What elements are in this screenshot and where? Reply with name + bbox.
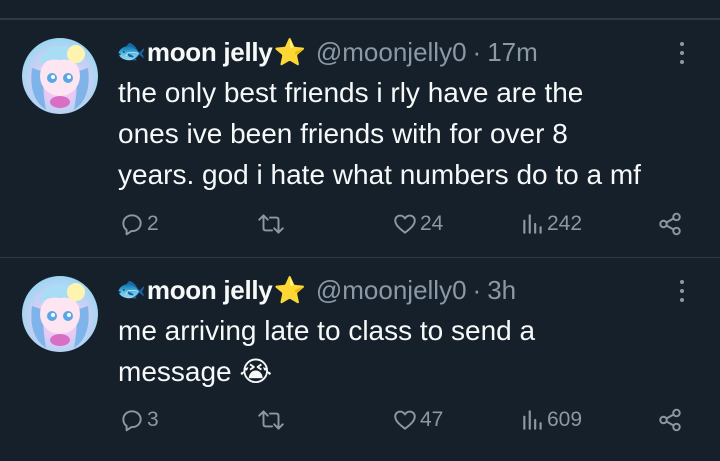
repost-button[interactable]: [256, 403, 288, 437]
tweet-text-line: years. god i hate what numbers do to a m…: [118, 159, 641, 190]
like-icon: [394, 214, 416, 234]
star-emoji: ⭐: [273, 37, 306, 67]
divider: [0, 257, 720, 258]
tweet-header: 🐟 moon jelly ⭐ @moonjelly0 · 3h: [116, 273, 516, 307]
share-button[interactable]: [657, 403, 683, 437]
like-count: 47: [420, 408, 444, 431]
action-bar: 3 47 609: [0, 403, 720, 437]
share-icon: [659, 408, 681, 432]
views-button[interactable]: 609: [521, 403, 582, 437]
fish-emoji: 🐟: [116, 276, 146, 303]
tweet-header: 🐟 moon jelly ⭐ @moonjelly0 · 17m: [116, 35, 538, 69]
divider: [0, 19, 720, 20]
handle[interactable]: @moonjelly0: [316, 37, 467, 68]
separator-dot: ·: [472, 36, 482, 67]
avatar[interactable]: [22, 38, 98, 114]
reply-count: 3: [147, 408, 159, 431]
reply-count: 2: [147, 212, 159, 235]
action-bar: 2 24 242: [0, 207, 720, 241]
tweet-text-line: the only best friends i rly have are the: [118, 77, 584, 108]
like-button[interactable]: 47: [392, 403, 443, 437]
views-button[interactable]: 242: [521, 207, 582, 241]
display-name[interactable]: moon jelly: [147, 275, 273, 306]
reply-icon: [122, 410, 142, 432]
like-count: 24: [420, 212, 444, 235]
display-name[interactable]: moon jelly: [147, 37, 273, 68]
reply-icon: [122, 214, 142, 236]
handle[interactable]: @moonjelly0: [316, 275, 467, 306]
avatar[interactable]: [22, 276, 98, 352]
separator-dot: ·: [472, 274, 482, 305]
star-emoji: ⭐: [273, 275, 306, 305]
share-icon: [659, 212, 681, 236]
reply-button[interactable]: 3: [119, 403, 159, 437]
tweet-text-line: me arriving late to class to send a: [118, 315, 536, 346]
timestamp[interactable]: 17m: [487, 37, 538, 68]
like-button[interactable]: 24: [392, 207, 443, 241]
share-button[interactable]: [657, 207, 683, 241]
repost-button[interactable]: [256, 207, 288, 241]
repost-icon: [258, 410, 284, 430]
fish-emoji: 🐟: [116, 38, 146, 65]
views-icon: [523, 214, 542, 234]
tweet[interactable]: 🐟 moon jelly ⭐ @moonjelly0 · 3h me arriv…: [0, 257, 720, 461]
tweet[interactable]: 🐟 moon jelly ⭐ @moonjelly0 · 17m the onl…: [0, 19, 720, 257]
more-icon[interactable]: [672, 39, 692, 67]
like-icon: [394, 410, 416, 430]
tweet-text: me arriving late to class to send a mess…: [118, 310, 708, 392]
tweet-text-line: message 😭: [118, 356, 273, 387]
repost-icon: [258, 214, 284, 234]
views-count: 609: [547, 408, 583, 431]
more-icon[interactable]: [672, 277, 692, 305]
views-icon: [523, 410, 542, 430]
reply-button[interactable]: 2: [119, 207, 159, 241]
timestamp[interactable]: 3h: [487, 275, 516, 306]
tweet-text-line: ones ive been friends with for over 8: [118, 118, 568, 149]
tweet-text: the only best friends i rly have are the…: [118, 72, 708, 195]
views-count: 242: [547, 212, 583, 235]
